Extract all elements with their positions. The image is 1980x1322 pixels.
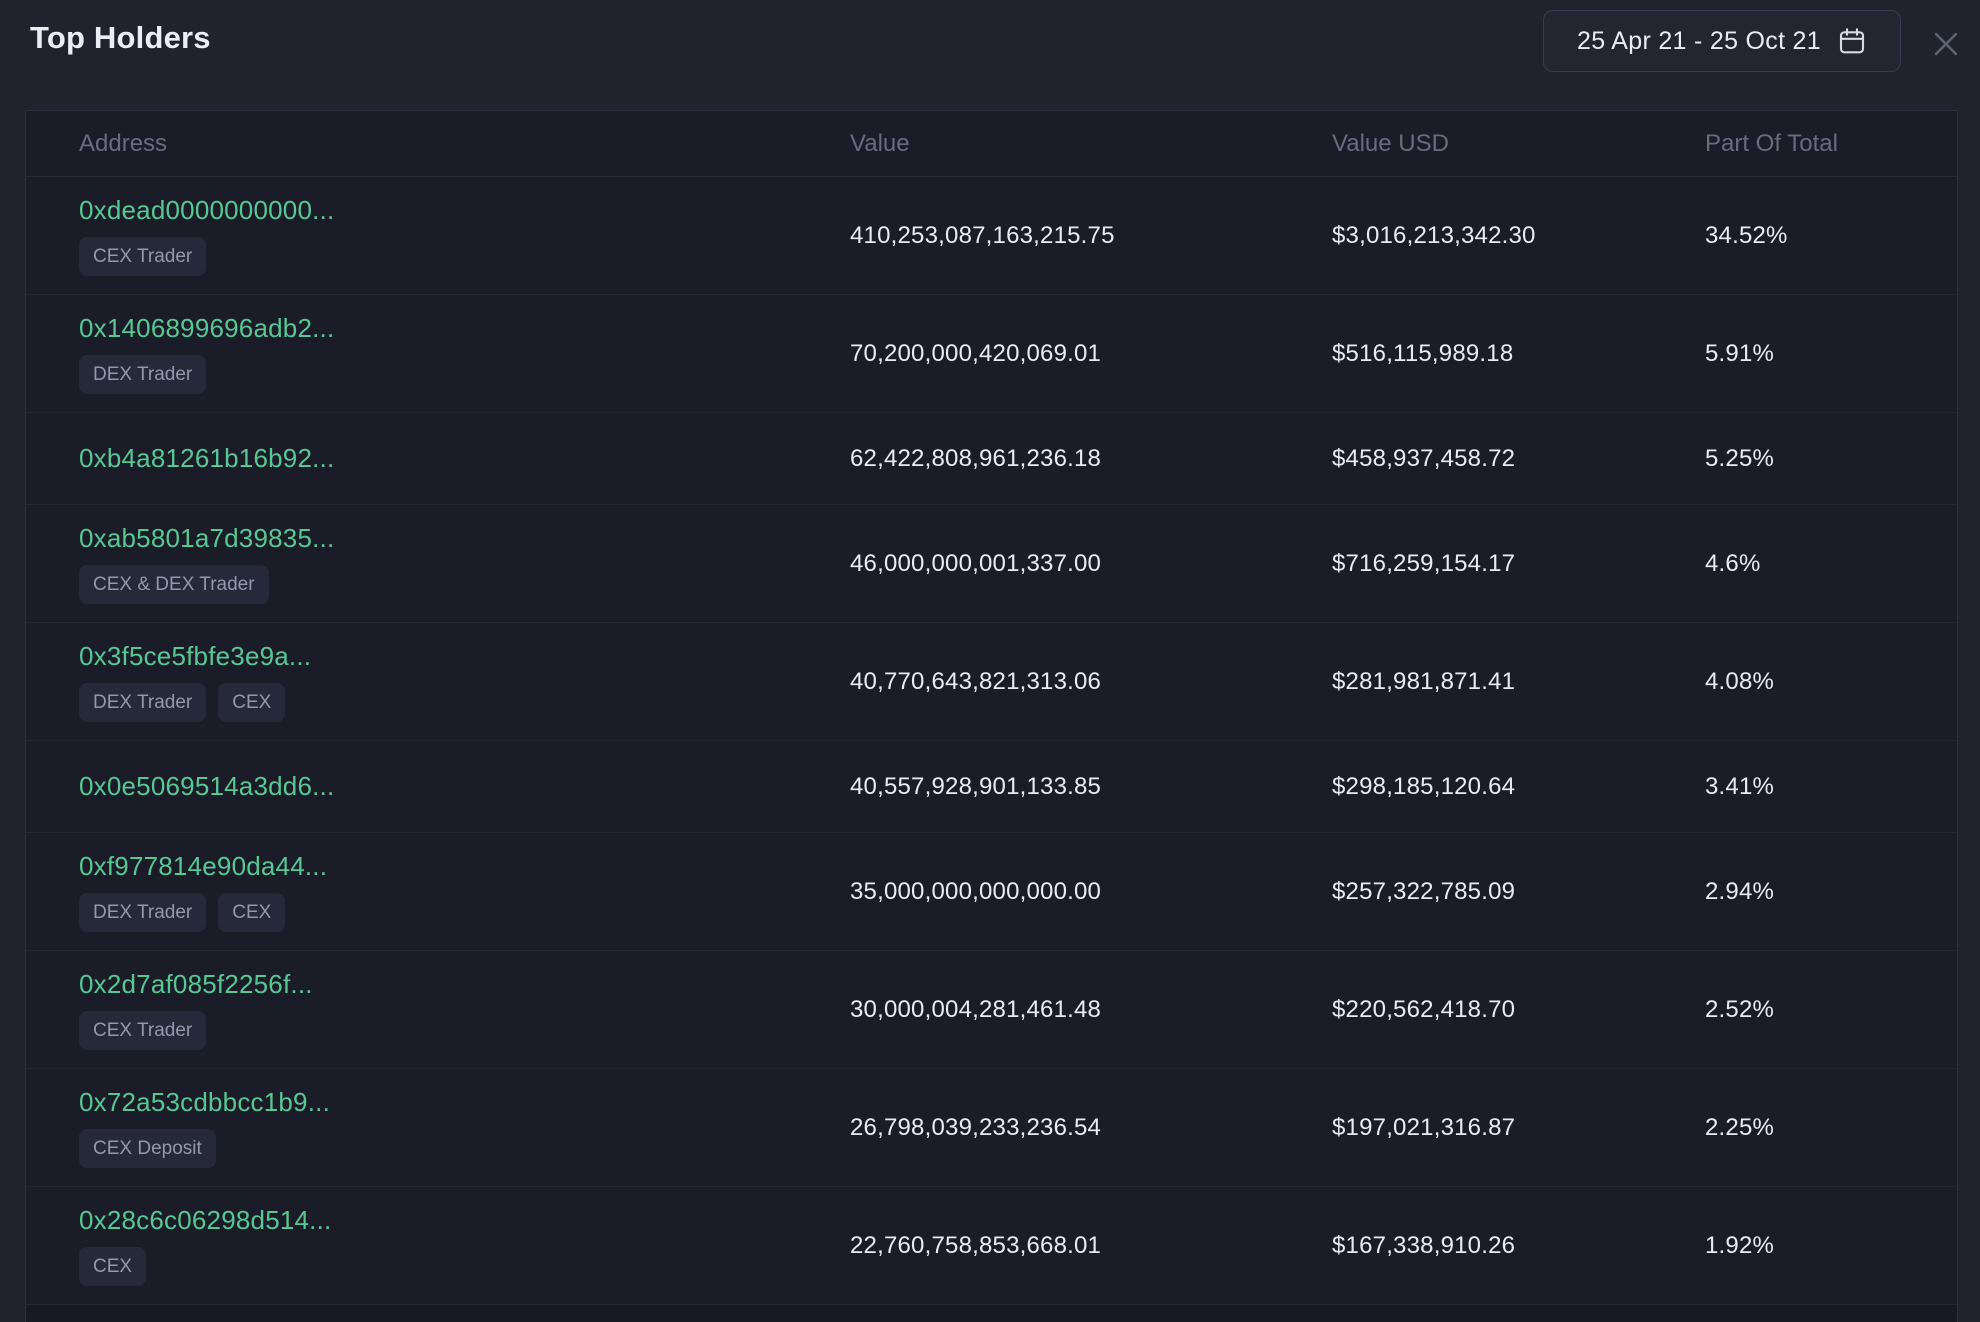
address-link[interactable]: 0xf977814e90da44... bbox=[79, 851, 327, 882]
page-title: Top Holders bbox=[30, 20, 211, 56]
holders-table: Address Value Value USD Part Of Total 0x… bbox=[25, 110, 1958, 1322]
value-usd-cell: $167,338,910.26 bbox=[1332, 1232, 1705, 1260]
address-cell: 0x3f5ce5fbfe3e9a... DEX Trader CEX bbox=[26, 637, 850, 726]
part-of-total-cell: 4.08% bbox=[1705, 668, 1957, 696]
tag-list: CEX Trader bbox=[79, 237, 206, 276]
tag-badge: CEX Trader bbox=[79, 1011, 206, 1050]
tag-list: CEX Trader bbox=[79, 1011, 206, 1050]
address-cell: 0xf977814e90da44... DEX Trader CEX bbox=[26, 847, 850, 936]
tag-badge: CEX bbox=[218, 683, 285, 722]
calendar-icon bbox=[1837, 26, 1867, 56]
address-cell: 0xdead0000000000... CEX Trader bbox=[26, 191, 850, 280]
address-cell: 0x0e5069514a3dd6... bbox=[26, 767, 850, 806]
column-header-value: Value bbox=[850, 130, 1332, 158]
tag-badge: DEX Trader bbox=[79, 355, 206, 394]
value-usd-cell: $220,562,418.70 bbox=[1332, 996, 1705, 1024]
table-row: 0xb4a81261b16b92... 62,422,808,961,236.1… bbox=[26, 413, 1957, 505]
address-link[interactable]: 0x2d7af085f2256f... bbox=[79, 969, 313, 1000]
value-usd-cell: $516,115,989.18 bbox=[1332, 340, 1705, 368]
value-cell: 62,422,808,961,236.18 bbox=[850, 445, 1332, 473]
part-of-total-cell: 2.94% bbox=[1705, 878, 1957, 906]
table-header-row: Address Value Value USD Part Of Total bbox=[26, 111, 1957, 177]
part-of-total-cell: 34.52% bbox=[1705, 222, 1957, 250]
address-link[interactable]: 0x28c6c06298d514... bbox=[79, 1205, 331, 1236]
table-body: 0xdead0000000000... CEX Trader 410,253,0… bbox=[26, 177, 1957, 1305]
part-of-total-cell: 1.92% bbox=[1705, 1232, 1957, 1260]
value-usd-cell: $458,937,458.72 bbox=[1332, 445, 1705, 473]
value-cell: 46,000,000,001,337.00 bbox=[850, 550, 1332, 578]
address-cell: 0x72a53cdbbcc1b9... CEX Deposit bbox=[26, 1083, 850, 1172]
table-row: 0xab5801a7d39835... CEX & DEX Trader 46,… bbox=[26, 505, 1957, 623]
value-usd-cell: $298,185,120.64 bbox=[1332, 773, 1705, 801]
address-cell: 0xab5801a7d39835... CEX & DEX Trader bbox=[26, 519, 850, 608]
value-usd-cell: $3,016,213,342.30 bbox=[1332, 222, 1705, 250]
part-of-total-cell: 4.6% bbox=[1705, 550, 1957, 578]
address-link[interactable]: 0xdead0000000000... bbox=[79, 195, 334, 226]
address-cell: 0xb4a81261b16b92... bbox=[26, 439, 850, 478]
table-row: 0x72a53cdbbcc1b9... CEX Deposit 26,798,0… bbox=[26, 1069, 1957, 1187]
column-header-value-usd: Value USD bbox=[1332, 130, 1705, 158]
part-of-total-cell: 2.52% bbox=[1705, 996, 1957, 1024]
part-of-total-cell: 5.25% bbox=[1705, 445, 1957, 473]
tag-badge: DEX Trader bbox=[79, 683, 206, 722]
tag-badge: CEX & DEX Trader bbox=[79, 565, 269, 604]
tag-list: DEX Trader bbox=[79, 355, 206, 394]
address-cell: 0x1406899696adb2... DEX Trader bbox=[26, 309, 850, 398]
value-cell: 70,200,000,420,069.01 bbox=[850, 340, 1332, 368]
part-of-total-cell: 2.25% bbox=[1705, 1114, 1957, 1142]
table-row: 0x1406899696adb2... DEX Trader 70,200,00… bbox=[26, 295, 1957, 413]
tag-badge: CEX Deposit bbox=[79, 1129, 216, 1168]
part-of-total-cell: 3.41% bbox=[1705, 773, 1957, 801]
partial-next-row bbox=[26, 1305, 1957, 1322]
tag-badge: DEX Trader bbox=[79, 893, 206, 932]
close-icon[interactable] bbox=[1926, 24, 1966, 64]
tag-list: CEX Deposit bbox=[79, 1129, 216, 1168]
address-link[interactable]: 0x3f5ce5fbfe3e9a... bbox=[79, 641, 311, 672]
address-link[interactable]: 0x72a53cdbbcc1b9... bbox=[79, 1087, 330, 1118]
address-cell: 0x28c6c06298d514... CEX bbox=[26, 1201, 850, 1290]
date-range-picker[interactable]: 25 Apr 21 - 25 Oct 21 bbox=[1543, 10, 1901, 72]
value-cell: 40,557,928,901,133.85 bbox=[850, 773, 1332, 801]
table-row: 0xf977814e90da44... DEX Trader CEX 35,000… bbox=[26, 833, 1957, 951]
value-cell: 26,798,039,233,236.54 bbox=[850, 1114, 1332, 1142]
date-range-label: 25 Apr 21 - 25 Oct 21 bbox=[1577, 27, 1821, 56]
topbar: Top Holders 25 Apr 21 - 25 Oct 21 bbox=[0, 0, 1980, 90]
address-link[interactable]: 0x0e5069514a3dd6... bbox=[79, 771, 334, 802]
value-cell: 22,760,758,853,668.01 bbox=[850, 1232, 1332, 1260]
column-header-part-of-total: Part Of Total bbox=[1705, 130, 1957, 158]
value-usd-cell: $281,981,871.41 bbox=[1332, 668, 1705, 696]
address-link[interactable]: 0xab5801a7d39835... bbox=[79, 523, 334, 554]
tag-badge: CEX Trader bbox=[79, 237, 206, 276]
value-usd-cell: $716,259,154.17 bbox=[1332, 550, 1705, 578]
tag-badge: CEX bbox=[218, 893, 285, 932]
tag-list: CEX bbox=[79, 1247, 146, 1286]
tag-list: DEX Trader CEX bbox=[79, 683, 285, 722]
table-row: 0x3f5ce5fbfe3e9a... DEX Trader CEX 40,770… bbox=[26, 623, 1957, 741]
table-row: 0x28c6c06298d514... CEX 22,760,758,853,6… bbox=[26, 1187, 1957, 1305]
value-usd-cell: $197,021,316.87 bbox=[1332, 1114, 1705, 1142]
part-of-total-cell: 5.91% bbox=[1705, 340, 1957, 368]
table-row: 0x2d7af085f2256f... CEX Trader 30,000,00… bbox=[26, 951, 1957, 1069]
value-cell: 35,000,000,000,000.00 bbox=[850, 878, 1332, 906]
value-cell: 30,000,004,281,461.48 bbox=[850, 996, 1332, 1024]
tag-list: CEX & DEX Trader bbox=[79, 565, 269, 604]
column-header-address: Address bbox=[26, 130, 850, 158]
address-cell: 0x2d7af085f2256f... CEX Trader bbox=[26, 965, 850, 1054]
table-row: 0xdead0000000000... CEX Trader 410,253,0… bbox=[26, 177, 1957, 295]
tag-list: DEX Trader CEX bbox=[79, 893, 285, 932]
table-row: 0x0e5069514a3dd6... 40,557,928,901,133.8… bbox=[26, 741, 1957, 833]
value-cell: 410,253,087,163,215.75 bbox=[850, 222, 1332, 250]
address-link[interactable]: 0xb4a81261b16b92... bbox=[79, 443, 334, 474]
tag-badge: CEX bbox=[79, 1247, 146, 1286]
address-link[interactable]: 0x1406899696adb2... bbox=[79, 313, 334, 344]
value-usd-cell: $257,322,785.09 bbox=[1332, 878, 1705, 906]
value-cell: 40,770,643,821,313.06 bbox=[850, 668, 1332, 696]
